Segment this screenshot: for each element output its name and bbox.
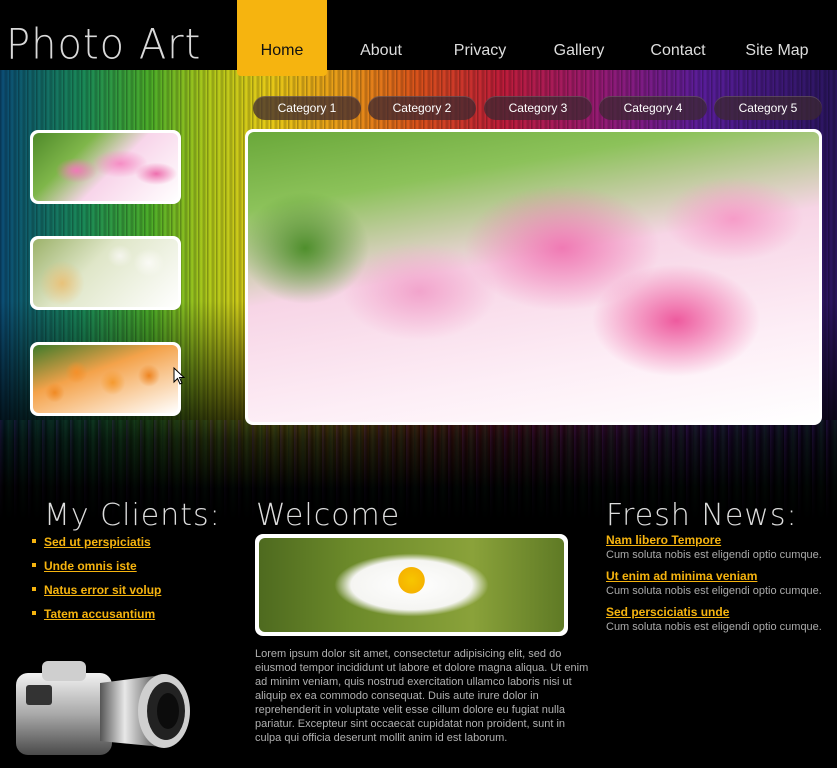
daisy-photo (259, 538, 564, 632)
bullet-icon (32, 611, 36, 615)
category-2-button[interactable]: Category 2 (368, 96, 476, 120)
nav-home[interactable]: Home (237, 0, 327, 76)
bullet-icon (32, 587, 36, 591)
nav-gallery[interactable]: Gallery (534, 0, 624, 76)
client-link[interactable]: Sed ut perspiciatis (44, 535, 151, 549)
news-item: Nam libero Tempore Cum soluta nobis est … (606, 533, 831, 562)
welcome-heading: Welcome (256, 498, 401, 533)
news-link[interactable]: Nam libero Tempore (606, 533, 831, 548)
category-1-button[interactable]: Category 1 (253, 96, 361, 120)
client-link[interactable]: Tatem accusantium (44, 607, 155, 621)
thumbnail-image (33, 345, 178, 413)
hero-photo (248, 132, 819, 422)
bullet-icon (32, 563, 36, 567)
thumbnail-pink-tulips[interactable] (30, 130, 181, 204)
list-item: Natus error sit volup (32, 581, 232, 605)
bullet-icon (32, 539, 36, 543)
site-logo[interactable]: Photo Art (6, 21, 201, 69)
main-nav: Home About Privacy Gallery Contact Site … (237, 0, 837, 76)
news-item: Ut enim ad minima veniam Cum soluta nobi… (606, 569, 831, 598)
news-link[interactable]: Ut enim ad minima veniam (606, 569, 831, 584)
news-summary: Cum soluta nobis est eligendi optio cumq… (606, 621, 822, 633)
clients-list: Sed ut perspiciatis Unde omnis iste Natu… (32, 533, 232, 629)
news-link[interactable]: Sed persciciatis unde (606, 605, 831, 620)
hero-image (245, 129, 822, 425)
category-3-button[interactable]: Category 3 (484, 96, 592, 120)
welcome-image (255, 534, 568, 636)
news-summary: Cum soluta nobis est eligendi optio cumq… (606, 585, 822, 597)
client-link[interactable]: Natus error sit volup (44, 583, 161, 597)
news-summary: Cum soluta nobis est eligendi optio cumq… (606, 549, 822, 561)
nav-about[interactable]: About (336, 0, 426, 76)
nav-privacy[interactable]: Privacy (435, 0, 525, 76)
nav-contact[interactable]: Contact (633, 0, 723, 76)
thumbnail-white-flowers[interactable] (30, 236, 181, 310)
news-heading: Fresh News: (606, 498, 798, 533)
list-item: Sed ut perspiciatis (32, 533, 232, 557)
news-item: Sed persciciatis unde Cum soluta nobis e… (606, 605, 831, 634)
nav-site-map[interactable]: Site Map (732, 0, 822, 76)
thumbnail-image (33, 239, 178, 307)
thumbnail-orange-roses[interactable] (30, 342, 181, 416)
clients-heading: My Clients: (44, 498, 221, 533)
camera-image (16, 661, 190, 755)
list-item: Tatem accusantium (32, 605, 232, 629)
list-item: Unde omnis iste (32, 557, 232, 581)
news-list: Nam libero Tempore Cum soluta nobis est … (606, 533, 831, 641)
welcome-text: Lorem ipsum dolor sit amet, consectetur … (255, 648, 589, 744)
client-link[interactable]: Unde omnis iste (44, 559, 137, 573)
category-bar: Category 1 Category 2 Category 3 Categor… (253, 96, 833, 120)
thumbnail-image (33, 133, 178, 201)
category-5-button[interactable]: Category 5 (714, 96, 822, 120)
category-4-button[interactable]: Category 4 (599, 96, 707, 120)
mouse-cursor-icon (173, 367, 185, 385)
